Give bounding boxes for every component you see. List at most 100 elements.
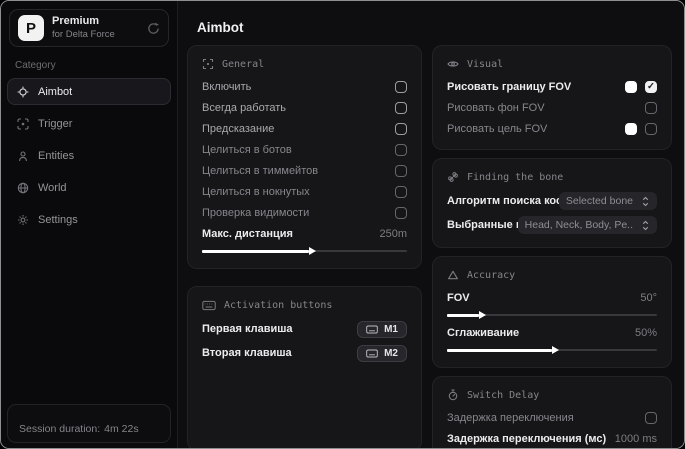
fov-label: FOV [447, 291, 470, 304]
panel-title: General [222, 58, 265, 70]
page-title: Aimbot [197, 20, 244, 35]
general-panel: General Включить ✓ Всегда работать ✓ Предс… [187, 45, 422, 269]
toggle-label: Всегда работать [202, 101, 287, 114]
selected-bones-select[interactable]: Head, Neck, Body, Pe.. [517, 216, 657, 234]
brand-card: P Premium for Delta Force [9, 9, 169, 47]
key-value: M1 [384, 323, 398, 335]
panel-title: Finding the bone [467, 171, 564, 183]
max-distance-slider[interactable] [202, 246, 407, 256]
selected-value: Head, Neck, Body, Pe.. [524, 219, 633, 231]
sidebar-item-label: Trigger [38, 117, 73, 130]
keyboard-icon [202, 300, 216, 311]
bone-icon [447, 171, 459, 183]
switch-delay-checkbox[interactable]: ✓ [645, 411, 657, 424]
activation-panel-header: Activation buttons [202, 297, 407, 313]
category-label: Category [15, 60, 56, 71]
toggle-label: Проверка видимости [202, 206, 310, 219]
prediction-checkbox[interactable]: ✓ [395, 122, 407, 135]
smoothing-value: 50% [634, 326, 657, 339]
target-teammates-checkbox[interactable]: ✓ [395, 164, 407, 177]
session-duration: Session duration: 4m 22s [7, 404, 171, 443]
smoothing-slider[interactable] [447, 345, 657, 355]
draw-fov-border-checkbox[interactable]: ✓ [645, 80, 657, 93]
max-distance-value: 250m [379, 227, 407, 240]
target-knocked-checkbox[interactable]: ✓ [395, 185, 407, 198]
second-key-label: Вторая клавиша [202, 347, 292, 359]
fov-border-color-swatch[interactable] [625, 80, 637, 93]
app-window: P Premium for Delta Force Category Aimbo… [0, 0, 685, 449]
keyboard-icon [366, 325, 378, 334]
accuracy-panel-header: Accuracy [447, 267, 657, 283]
scan-target-icon [17, 117, 29, 130]
selected-value: Selected bone [565, 195, 633, 207]
target-bots-checkbox[interactable]: ✓ [395, 143, 407, 156]
max-distance-label: Макс. дистанция [202, 227, 293, 240]
triangle-icon [447, 269, 459, 281]
switch-delay-panel: Switch Delay Задержка переключения ✓ Зад… [432, 376, 672, 448]
scan-icon [202, 58, 214, 70]
panel-title: Accuracy [467, 269, 516, 281]
sidebar-item-aimbot[interactable]: Aimbot [7, 78, 171, 105]
sidebar-item-entities[interactable]: Entities [7, 142, 171, 169]
key-value: M2 [384, 347, 398, 359]
main-content: Aimbot General Включить ✓ Всегда работать… [178, 1, 684, 448]
person-icon [17, 150, 29, 162]
switch-delay-ms-label: Задержка переключения (мс) [447, 432, 607, 445]
draw-fov-target-checkbox[interactable]: ✓ [645, 122, 657, 135]
draw-fov-border-label: Рисовать границу FOV [447, 80, 572, 93]
sidebar-item-settings[interactable]: Settings [7, 206, 171, 233]
toggle-label: Предсказание [202, 122, 275, 135]
fov-value: 50° [640, 291, 657, 304]
general-panel-header: General [202, 56, 407, 72]
globe-icon [17, 182, 29, 194]
panel-title: Visual [467, 58, 504, 70]
fov-slider[interactable] [447, 310, 657, 320]
smoothing-label: Сглаживание [447, 326, 520, 339]
draw-fov-background-checkbox[interactable]: ✓ [645, 101, 657, 114]
eye-icon [447, 58, 459, 70]
session-label: Session duration: [19, 423, 101, 435]
bone-algorithm-label: Алгоритм поиска кост [447, 195, 559, 207]
visual-panel-header: Visual [447, 56, 657, 72]
bone-algorithm-select[interactable]: Selected bone [558, 192, 657, 210]
toggle-label: Включить [202, 80, 252, 93]
refresh-icon[interactable] [147, 22, 160, 35]
finding-bone-panel: Finding the bone Алгоритм поиска кост Se… [432, 158, 672, 248]
left-column: General Включить ✓ Всегда работать ✓ Предс… [187, 45, 422, 448]
panel-title: Switch Delay [467, 389, 540, 401]
sidebar-item-label: Entities [38, 149, 75, 162]
bone-panel-header: Finding the bone [447, 169, 657, 185]
session-value: 4m 22s [104, 423, 139, 435]
selected-bones-label: Выбранные кос [447, 219, 518, 231]
enable-checkbox[interactable]: ✓ [395, 80, 407, 93]
first-key-button[interactable]: M1 [357, 320, 407, 338]
accuracy-panel: Accuracy FOV 50° Сглаживание 50% [432, 256, 672, 368]
sidebar: P Premium for Delta Force Category Aimbo… [1, 1, 178, 448]
sidebar-item-label: Settings [38, 213, 78, 226]
visual-panel: Visual Рисовать границу FOV ✓ Рисовать ф… [432, 45, 672, 150]
activation-buttons-panel: Activation buttons Первая клавиша M1 Вто… [187, 286, 422, 448]
brand-logo: P [18, 15, 44, 41]
brand-subtitle: for Delta Force [52, 28, 115, 40]
unfold-icon [641, 220, 650, 231]
second-key-button[interactable]: M2 [357, 344, 407, 362]
crosshair-icon [17, 86, 29, 98]
toggle-label: Целиться в тиммейтов [202, 164, 319, 177]
first-key-label: Первая клавиша [202, 323, 293, 335]
unfold-icon [641, 196, 650, 207]
fov-target-color-swatch[interactable] [625, 122, 637, 135]
switch-delay-ms-value: 1000 ms [614, 432, 657, 445]
sidebar-item-label: World [38, 181, 67, 194]
draw-fov-target-label: Рисовать цель FOV [447, 122, 548, 135]
switch-delay-toggle-label: Задержка переключения [447, 411, 574, 424]
sidebar-item-label: Aimbot [38, 85, 73, 98]
always-work-checkbox[interactable]: ✓ [395, 101, 407, 114]
toggle-label: Целиться в нокнутых [202, 185, 310, 198]
gear-icon [17, 214, 29, 226]
draw-fov-background-label: Рисовать фон FOV [447, 101, 545, 114]
sidebar-item-world[interactable]: World [7, 174, 171, 201]
visibility-check-checkbox[interactable]: ✓ [395, 206, 407, 219]
stopwatch-icon [447, 389, 459, 401]
sidebar-item-trigger[interactable]: Trigger [7, 110, 171, 137]
switch-delay-panel-header: Switch Delay [447, 387, 657, 403]
